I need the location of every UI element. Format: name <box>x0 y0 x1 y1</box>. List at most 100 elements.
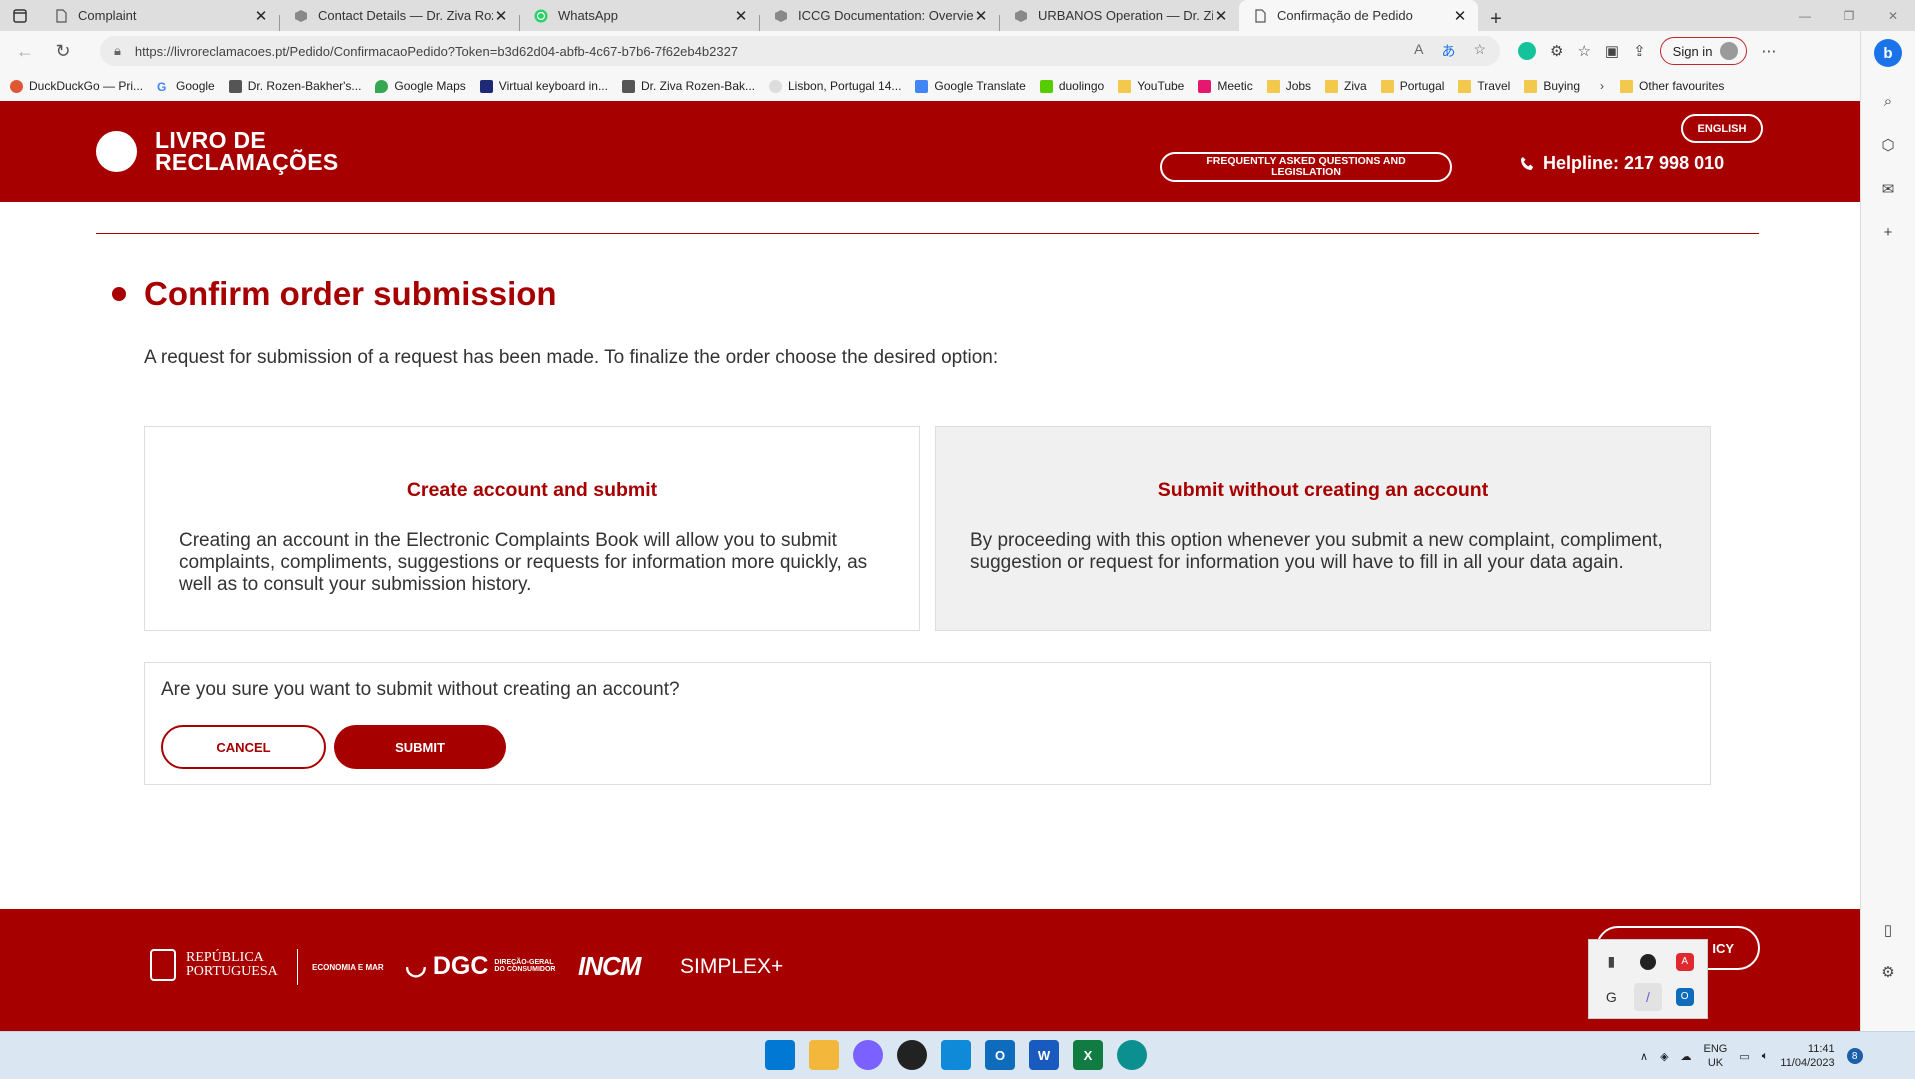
create-account-title: Create account and submit <box>406 479 658 501</box>
translate-icon[interactable]: あ <box>1441 41 1455 61</box>
submit-without-account-card[interactable]: Submit without creating an account By pr… <box>935 426 1711 631</box>
sidebar-toggle-icon[interactable]: ▯ <box>1884 921 1892 939</box>
favourites-icon[interactable]: ☆ <box>1577 42 1590 60</box>
close-tab-icon[interactable]: ✕ <box>973 7 989 25</box>
bookmark-google-maps[interactable]: Google Maps <box>375 79 466 93</box>
cube-icon <box>1015 9 1027 22</box>
notification-badge[interactable]: 8 <box>1846 1048 1863 1064</box>
file-explorer-icon[interactable] <box>809 1040 839 1070</box>
shopping-icon[interactable]: ⬡ <box>1881 136 1894 154</box>
bookmark-portugal[interactable]: Portugal <box>1380 79 1444 93</box>
faq-button[interactable]: FREQUENTLY ASKED QUESTIONS AND LEGISLATI… <box>1160 152 1452 182</box>
bookmark-google-translate[interactable]: Google Translate <box>915 79 1026 93</box>
submit-without-account-title: Submit without creating an account <box>1157 479 1489 501</box>
tab-iccg[interactable]: ICCG Documentation: Overview a ✕ <box>760 0 999 31</box>
refresh-icon[interactable]: ↻ <box>44 41 82 62</box>
restore-icon[interactable]: ❐ <box>1827 9 1871 23</box>
chevron-right-icon[interactable]: › <box>1600 79 1604 93</box>
helpline-text: Helpline: 217 998 010 <box>1543 153 1725 173</box>
network-icon[interactable]: ▭ <box>1739 1050 1749 1063</box>
bookmark-jobs[interactable]: Jobs <box>1266 79 1311 93</box>
bookmark-travel[interactable]: Travel <box>1458 79 1510 93</box>
close-tab-icon[interactable]: ✕ <box>493 7 509 25</box>
bookmark-duckduckgo[interactable]: DuckDuckGo — Pri... <box>10 79 143 93</box>
chevron-up-icon[interactable]: ∧ <box>1640 1050 1648 1063</box>
submit-button[interactable]: SUBMIT <box>334 725 506 769</box>
store-icon[interactable] <box>941 1040 971 1070</box>
bookmark-youtube[interactable]: YouTube <box>1118 79 1184 93</box>
tab-complaint[interactable]: Complaint ✕ <box>40 0 279 31</box>
cancel-button[interactable]: CANCEL <box>161 725 326 769</box>
word-icon[interactable]: W <box>1029 1040 1059 1070</box>
close-tab-icon[interactable]: ✕ <box>1213 7 1229 25</box>
add-favourite-icon[interactable]: ☆ <box>1473 41 1486 61</box>
extensions-icon[interactable]: ⚙ <box>1550 42 1563 60</box>
more-menu-icon[interactable]: ⋯ <box>1761 42 1776 60</box>
bing-chat-icon[interactable]: b <box>1874 39 1902 67</box>
duckduckgo-icon <box>10 79 23 93</box>
folder-icon <box>1118 79 1132 93</box>
site-logo[interactable]: LIVRO DE RECLAMAÇÕES <box>96 129 338 174</box>
usb-icon[interactable]: ▮ <box>1597 948 1625 976</box>
close-tab-icon[interactable]: ✕ <box>253 7 269 25</box>
bookmark-other-favourites[interactable]: Other favourites <box>1620 79 1724 93</box>
outlook-icon[interactable]: O <box>985 1040 1015 1070</box>
minimize-icon[interactable]: — <box>1783 9 1827 23</box>
meetic-icon <box>1198 79 1212 93</box>
close-tab-icon[interactable]: ✕ <box>1452 7 1468 25</box>
sign-in-button[interactable]: Sign in <box>1659 37 1748 65</box>
tab-confirmacao[interactable]: Confirmação de Pedido ✕ <box>1239 0 1478 31</box>
language-indicator[interactable]: ENG UK <box>1704 1042 1728 1070</box>
adobe-icon[interactable]: A <box>1675 952 1694 971</box>
cloud-icon[interactable]: ☁ <box>1681 1050 1692 1063</box>
security-icon[interactable]: ◈ <box>1660 1050 1668 1063</box>
bookmark-buying[interactable]: Buying <box>1524 79 1580 93</box>
bookmark-virtual-keyboard[interactable]: Virtual keyboard in... <box>479 79 608 93</box>
grammarly-icon[interactable]: G <box>1597 983 1625 1011</box>
bookmark-google[interactable]: G Google <box>157 79 215 94</box>
share-icon[interactable]: ⇪ <box>1633 42 1646 60</box>
obs-icon[interactable] <box>1639 953 1656 970</box>
close-window-icon[interactable]: ✕ <box>1871 9 1915 23</box>
google-icon: G <box>157 79 167 94</box>
outlook-icon[interactable]: O <box>1675 987 1694 1006</box>
start-icon[interactable] <box>765 1040 795 1070</box>
new-tab-icon[interactable]: + <box>1478 8 1514 31</box>
bookmark-duolingo[interactable]: duolingo <box>1039 79 1104 93</box>
address-bar[interactable]: 🔒︎ https://livroreclamacoes.pt/Pedido/Co… <box>100 36 1500 66</box>
close-tab-icon[interactable]: ✕ <box>733 7 749 25</box>
clock[interactable]: 11:41 11/04/2023 <box>1780 1042 1834 1070</box>
add-icon[interactable]: + <box>1884 224 1893 241</box>
read-aloud-icon[interactable]: A <box>1414 41 1423 61</box>
excel-icon[interactable]: X <box>1073 1040 1103 1070</box>
search-icon[interactable]: ⌕ <box>1884 93 1892 110</box>
tab-contact-details[interactable]: Contact Details — Dr. Ziva Rozen ✕ <box>280 0 519 31</box>
bookmark-meetic[interactable]: Meetic <box>1198 79 1253 93</box>
language-button[interactable]: ENGLISH <box>1681 114 1763 143</box>
bookmark-ziva[interactable]: Ziva <box>1325 79 1367 93</box>
url-text[interactable]: https://livroreclamacoes.pt/Pedido/Confi… <box>135 44 1414 59</box>
collections-icon[interactable]: ▣ <box>1605 42 1619 60</box>
copilot-icon[interactable] <box>853 1040 883 1070</box>
workspaces-icon[interactable] <box>0 0 40 31</box>
back-icon[interactable]: ← <box>6 41 44 62</box>
bookmark-lisbon[interactable]: Lisbon, Portugal 14... <box>769 79 901 93</box>
bookmark-rozen-bakher[interactable]: Dr. Rozen-Bakher's... <box>228 79 361 93</box>
lock-icon[interactable]: 🔒︎ <box>114 43 121 59</box>
create-account-card[interactable]: Create account and submit Creating an ac… <box>144 426 920 631</box>
tab-whatsapp[interactable]: WhatsApp ✕ <box>520 0 759 31</box>
grammarly-icon[interactable] <box>1518 42 1536 60</box>
pen-icon[interactable]: / <box>1633 982 1662 1011</box>
browser-tab-bar: Complaint ✕ Contact Details — Dr. Ziva R… <box>0 0 1915 31</box>
volume-icon[interactable]: 🔈︎ <box>1762 1050 1769 1063</box>
obs-icon[interactable] <box>897 1040 927 1070</box>
duolingo-icon <box>1039 79 1053 93</box>
page-icon <box>56 8 67 23</box>
whatsapp-icon <box>534 9 548 22</box>
bookmark-ziva-rozen[interactable]: Dr. Ziva Rozen-Bak... <box>621 79 755 93</box>
settings-icon[interactable]: ⚙ <box>1881 963 1894 981</box>
tab-title: Complaint <box>78 8 137 23</box>
edge-icon[interactable] <box>1117 1040 1147 1070</box>
tab-urbanos[interactable]: URBANOS Operation — Dr. Ziva ✕ <box>1000 0 1239 31</box>
outlook-icon[interactable]: ✉ <box>1882 180 1895 198</box>
